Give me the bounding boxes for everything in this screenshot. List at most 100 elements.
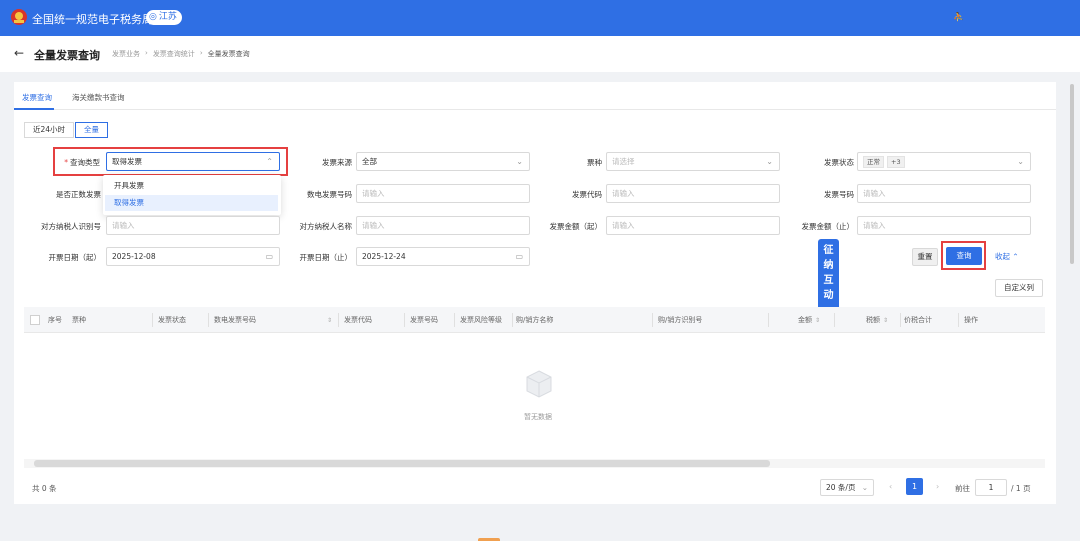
amount-from-label: 发票金额（起） (549, 222, 603, 231)
total-pages: / 1 页 (1011, 484, 1031, 493)
empty-box-icon (526, 370, 552, 398)
goto-label: 前往 (955, 484, 970, 493)
breadcrumb-current: 全量发票查询 (207, 50, 250, 58)
column-divider (208, 313, 209, 327)
horizontal-scrollbar[interactable] (34, 460, 770, 467)
invoice-source-label: 发票来源 (322, 158, 352, 167)
float-char: 纳 (823, 260, 834, 271)
filter-all[interactable]: 全量 (75, 122, 108, 138)
tab-invoice-query[interactable]: 发票查询 (22, 92, 52, 103)
column-divider (152, 313, 153, 327)
invoice-status-label: 发票状态 (824, 158, 854, 167)
arrow-left-icon[interactable]: ← (14, 46, 24, 60)
interaction-float-tag[interactable]: 征 纳 互 动 (818, 239, 839, 310)
float-char: 互 (823, 275, 834, 286)
amount-to-input[interactable]: 请输入 (857, 216, 1031, 235)
digital-number-label: 数电发票号码 (307, 190, 352, 199)
invoice-code-input[interactable]: 请输入 (606, 184, 780, 203)
amount-to-label: 发票金额（止） (801, 222, 855, 231)
custom-columns-button[interactable]: 自定义列 (995, 279, 1043, 297)
page-number-current[interactable]: 1 (906, 478, 923, 495)
col-party-id: 购/销方识别号 (658, 316, 703, 324)
col-actions: 操作 (964, 316, 978, 324)
vertical-scrollbar[interactable] (1068, 82, 1076, 504)
location-pin-icon: ◎ (149, 12, 157, 22)
col-digital-number[interactable]: 数电发票号码 (214, 307, 256, 333)
counterpart-name-label: 对方纳税人名称 (299, 222, 353, 231)
col-invoice-status: 发票状态 (158, 316, 186, 324)
invoice-source-select[interactable]: 全部 ⌄ (356, 152, 530, 171)
empty-text: 暂无数据 (524, 413, 552, 421)
invoice-status-select[interactable]: 正常 +3 ⌄ (857, 152, 1031, 171)
date-to-picker[interactable]: 2025-12-24 ▭ (356, 247, 530, 266)
column-divider (652, 313, 653, 327)
chevron-down-icon: ⌄ (1017, 157, 1024, 166)
invoice-code-label: 发票代码 (572, 190, 602, 199)
tax-emblem-icon (11, 9, 27, 25)
query-type-select[interactable]: 取得发票 ⌃ (106, 152, 280, 171)
col-amount[interactable]: 金额 ⇕ (798, 307, 820, 333)
counterpart-id-label: 对方纳税人识别号 (41, 222, 101, 231)
date-from-label: 开票日期（起） (48, 253, 102, 262)
is-positive-label: 是否正数发票 (56, 190, 101, 199)
query-type-dropdown: 开具发票 取得发票 (103, 175, 281, 215)
counterpart-id-input[interactable]: 请输入 (106, 216, 280, 235)
tab-customs-query[interactable]: 海关缴款书查询 (72, 92, 125, 103)
page-size-select[interactable]: 20 条/页 ⌄ (820, 479, 874, 496)
date-to-label: 开票日期（止） (299, 253, 353, 262)
chevron-up-icon: ⌃ (1012, 252, 1019, 261)
breadcrumb-item[interactable]: 发票业务 (112, 49, 140, 59)
scroll-thumb[interactable] (1070, 84, 1074, 264)
ticket-type-label: 票种 (587, 158, 602, 167)
filter-last-24h[interactable]: 近24小时 (24, 122, 75, 138)
float-char: 征 (823, 245, 834, 256)
page-title: 全量发票查询 (34, 49, 100, 62)
region-selector[interactable]: ◎ 江苏 (146, 10, 182, 25)
column-divider (768, 313, 769, 327)
ticket-type-select[interactable]: 请选择 ⌄ (606, 152, 780, 171)
select-all-checkbox[interactable] (30, 315, 40, 325)
chevron-down-icon: ⌄ (861, 483, 868, 492)
counterpart-name-input[interactable]: 请输入 (356, 216, 530, 235)
tab-bar: 发票查询 海关缴款书查询 (14, 82, 1056, 110)
col-total: 价税合计 (904, 316, 932, 324)
next-page-icon[interactable]: › (936, 482, 939, 491)
col-party-name: 购/销方名称 (516, 316, 554, 324)
breadcrumb-item[interactable]: 发票查询统计 (153, 49, 195, 59)
chevron-down-icon: ⌄ (766, 157, 773, 166)
digital-number-input[interactable]: 请输入 (356, 184, 530, 203)
col-index: 序号 (48, 316, 62, 324)
invoice-number-input[interactable]: 请输入 (857, 184, 1031, 203)
query-button[interactable]: 查询 (946, 247, 982, 265)
column-divider (338, 313, 339, 327)
goto-page-input[interactable]: 1 (975, 479, 1007, 496)
total-count: 共 0 条 (32, 484, 57, 493)
prev-page-icon[interactable]: ‹ (889, 482, 892, 491)
column-divider (900, 313, 901, 327)
col-invoice-number: 发票号码 (410, 316, 438, 324)
option-issued-invoice[interactable]: 开具发票 (105, 178, 278, 194)
calendar-icon: ▭ (515, 252, 523, 261)
column-divider (834, 313, 835, 327)
table-header: 序号 票种 发票状态 数电发票号码 ⇕ 发票代码 发票号码 发票风险等级 购/销… (24, 307, 1045, 333)
option-received-invoice[interactable]: 取得发票 (105, 195, 278, 211)
calendar-icon: ▭ (265, 252, 273, 261)
sort-icon[interactable]: ⇕ (883, 317, 888, 324)
region-label: 江苏 (158, 12, 177, 22)
col-invoice-code: 发票代码 (344, 316, 372, 324)
page-header: ← 全量发票查询 发票业务 › 发票查询统计 › 全量发票查询 (0, 36, 1080, 72)
amount-from-input[interactable]: 请输入 (606, 216, 780, 235)
user-icon[interactable]: ⛹ (953, 13, 964, 23)
col-tax[interactable]: 税额 ⇕ (866, 307, 888, 333)
breadcrumb-separator: › (199, 49, 203, 57)
column-divider (404, 313, 405, 327)
reset-button[interactable]: 重置 (912, 248, 938, 266)
column-divider (958, 313, 959, 327)
sort-icon[interactable]: ⇕ (324, 307, 332, 333)
sort-icon[interactable]: ⇕ (815, 317, 820, 324)
collapse-toggle[interactable]: 收起 ⌃ (995, 251, 1019, 262)
chevron-up-icon: ⌃ (266, 157, 273, 166)
date-from-picker[interactable]: 2025-12-08 ▭ (106, 247, 280, 266)
active-tab-indicator (14, 108, 54, 110)
status-tag: 正常 (863, 156, 884, 168)
